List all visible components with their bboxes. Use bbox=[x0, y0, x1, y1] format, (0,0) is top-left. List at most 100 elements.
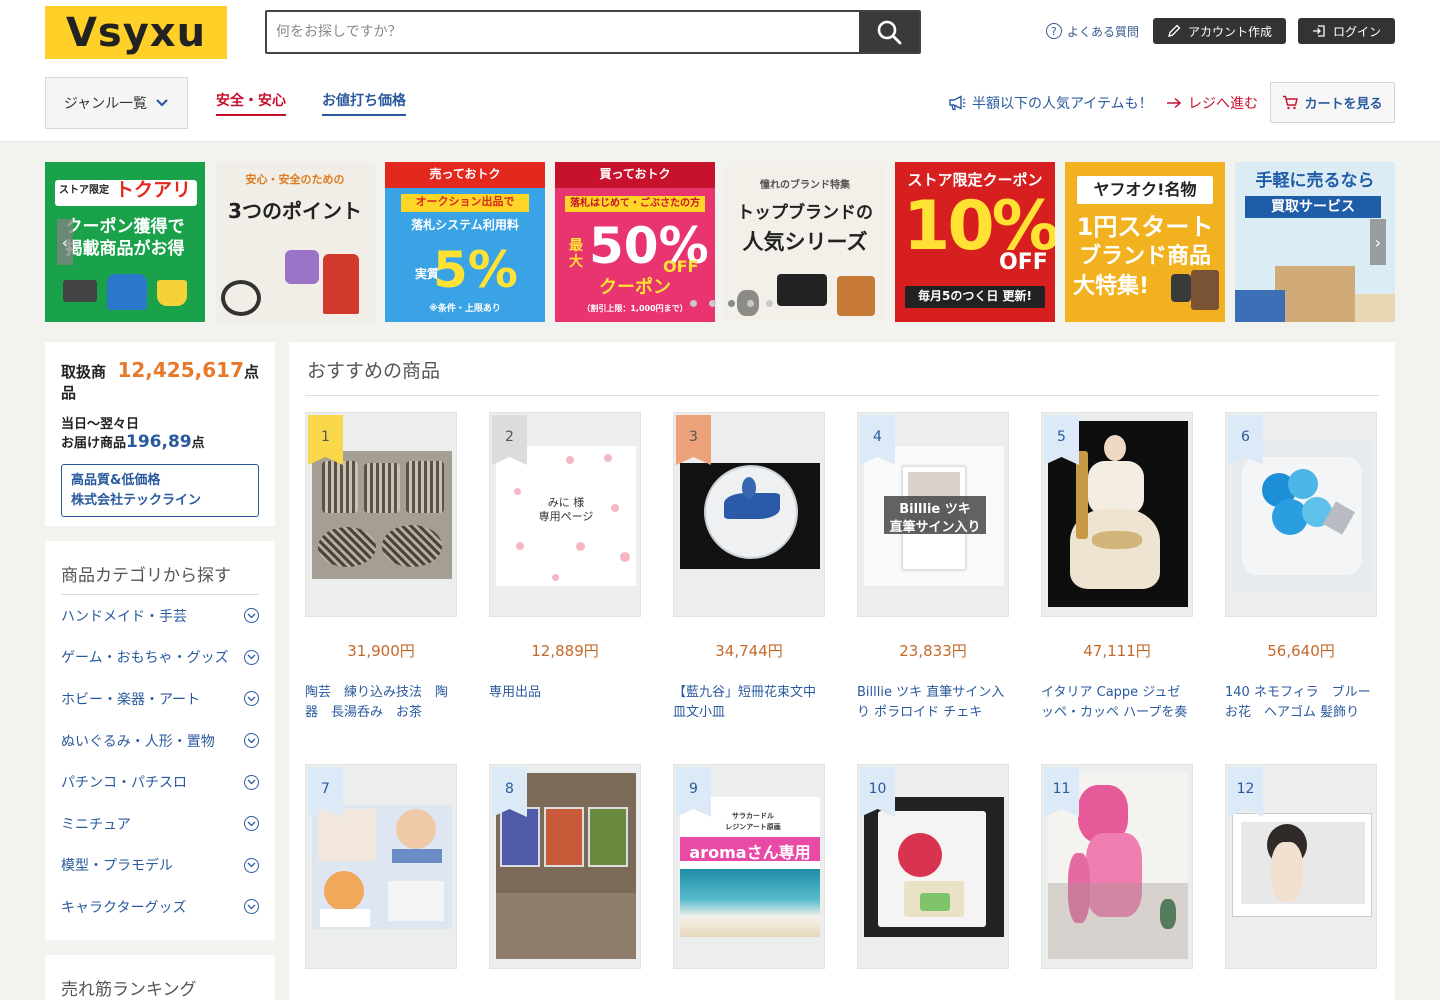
delivery-count: 196,89 bbox=[126, 432, 192, 452]
product-title[interactable]: 陶芸 練り込み技法 陶器 長湯呑み お茶 bbox=[305, 683, 457, 723]
product-photo bbox=[680, 463, 820, 569]
category-item[interactable]: ぬいぐるみ・人形・置物 bbox=[61, 720, 259, 762]
company-name: 株式会社テックライン bbox=[71, 492, 202, 508]
product-title[interactable]: イタリア Cappe ジュゼッペ・カッペ ハープを奏でる bbox=[1041, 683, 1193, 723]
expand-chevron-icon[interactable] bbox=[244, 649, 259, 665]
recommended-section: おすすめの商品 1 31,900円 陶芸 練り込み技法 陶器 長湯呑み お茶 み… bbox=[289, 342, 1395, 1000]
expand-chevron-icon[interactable] bbox=[244, 899, 259, 915]
product-image[interactable]: Billlie ツキ 直筆サイン入り 4 bbox=[857, 412, 1009, 617]
product-price: 56,640円 bbox=[1267, 642, 1335, 660]
product-title[interactable]: 専用出品 bbox=[489, 683, 641, 723]
search-bar bbox=[265, 10, 921, 54]
product-image[interactable]: サラカードル レジンアート原画 aromaさん専用 9 bbox=[673, 764, 825, 969]
banner-text: OFF bbox=[663, 257, 699, 276]
chevron-down-icon bbox=[156, 99, 168, 107]
carousel-dot[interactable] bbox=[766, 300, 773, 307]
product-image[interactable]: 1 bbox=[305, 412, 457, 617]
product-image[interactable]: 7 bbox=[305, 764, 457, 969]
product-price: 31,900円 bbox=[347, 642, 415, 660]
banner-text: OFF bbox=[999, 250, 1048, 275]
faq-link[interactable]: ? よくある質問 bbox=[1045, 23, 1139, 40]
product-image[interactable]: 3 bbox=[673, 412, 825, 617]
product-title[interactable]: Billlie ツキ 直筆サイン入り ポラロイド チェキ bbox=[857, 683, 1009, 723]
header-links: ? よくある質問 アカウント作成 ログイン bbox=[1045, 18, 1395, 44]
product-price: 47,111円 bbox=[1083, 642, 1151, 660]
chevron-right-icon: › bbox=[1374, 232, 1382, 252]
category-label: キャラクターグッズ bbox=[61, 899, 187, 916]
expand-chevron-icon[interactable] bbox=[244, 691, 259, 707]
carousel-dot[interactable] bbox=[709, 300, 716, 307]
product-image[interactable]: 12 bbox=[1225, 764, 1377, 969]
banner-text: トクアリ bbox=[115, 179, 192, 201]
product-photo: サラカードル レジンアート原画 aromaさん専用 bbox=[680, 797, 820, 937]
login-label: ログイン bbox=[1332, 24, 1381, 39]
product-image[interactable]: 8 bbox=[489, 764, 641, 969]
product-title[interactable]: 【藍九谷」短冊花束文中皿文小皿 bbox=[673, 683, 825, 723]
search-button[interactable] bbox=[859, 12, 919, 52]
category-label: 模型・プラモデル bbox=[61, 858, 173, 875]
delivery-label-2: お届け商品 bbox=[61, 436, 127, 451]
login-button[interactable]: ログイン bbox=[1297, 18, 1395, 44]
category-item[interactable]: 模型・プラモデル bbox=[61, 845, 259, 887]
category-item[interactable]: ハンドメイド・手芸 bbox=[61, 595, 259, 637]
create-account-label: アカウント作成 bbox=[1187, 24, 1272, 39]
ranking-panel: 売れ筋ランキング bbox=[45, 955, 275, 1000]
carousel-next-button[interactable]: › bbox=[1370, 219, 1386, 265]
bargain-nav-link[interactable]: お値打ち価格 bbox=[322, 90, 406, 116]
banner-safety-points[interactable]: 安心・安全のための 3つのポイント bbox=[215, 162, 375, 322]
banner-store-coupon[interactable]: ストア限定クーポン 10% OFF 毎月5のつく日 更新! bbox=[895, 162, 1055, 322]
expand-chevron-icon[interactable] bbox=[244, 733, 259, 749]
banner-text: 大特集! bbox=[1073, 274, 1150, 299]
genre-menu-button[interactable]: ジャンル一覧 bbox=[45, 77, 188, 129]
banner-text: 人気シリーズ bbox=[742, 230, 868, 254]
product-image[interactable]: 6 bbox=[1225, 412, 1377, 617]
items-label: 取扱商品 bbox=[61, 363, 107, 402]
carousel-dot[interactable] bbox=[747, 300, 754, 307]
expand-chevron-icon[interactable] bbox=[244, 774, 259, 790]
delivery-stat: お届け商品 196,89 点 bbox=[61, 432, 259, 452]
expand-chevron-icon[interactable] bbox=[244, 608, 259, 624]
banner-buy[interactable]: 買っておトク 落札はじめて・ごぶさたの方 最大 50% OFF クーポン （割引… bbox=[555, 162, 715, 322]
expand-chevron-icon[interactable] bbox=[244, 857, 259, 873]
product-photo bbox=[312, 451, 452, 579]
company-link[interactable]: 高品質&低価格 株式会社テックライン bbox=[61, 464, 259, 517]
product-image[interactable]: 5 bbox=[1041, 412, 1193, 617]
site-logo[interactable]: Vsyxu bbox=[45, 6, 227, 59]
product-image[interactable]: 11 bbox=[1041, 764, 1193, 969]
product-image[interactable]: 10 bbox=[857, 764, 1009, 969]
rank-badge: 12 bbox=[1228, 767, 1263, 817]
carousel-dot[interactable] bbox=[690, 300, 697, 307]
category-label: ホビー・楽器・アート bbox=[61, 691, 201, 708]
category-item[interactable]: ゲーム・おもちゃ・グッズ bbox=[61, 637, 259, 679]
create-account-button[interactable]: アカウント作成 bbox=[1152, 18, 1286, 44]
product-image[interactable]: みに 様 専用ページ 2 bbox=[489, 412, 641, 617]
banner-text: 5% bbox=[433, 241, 518, 299]
category-item[interactable]: パチンコ・パチスロ bbox=[61, 761, 259, 803]
carousel-prev-button[interactable]: ‹ bbox=[57, 219, 73, 265]
banner-text: 買っておトク bbox=[599, 167, 671, 181]
cart-button[interactable]: カートを見る bbox=[1270, 82, 1395, 123]
category-item[interactable]: ミニチュア bbox=[61, 803, 259, 845]
promo-link[interactable]: 半額以下の人気アイテムも！ bbox=[948, 93, 1153, 113]
banner-top-brands[interactable]: 憧れのブランド特集 トップブランドの 人気シリーズ bbox=[725, 162, 885, 322]
safety-nav-link[interactable]: 安全・安心 bbox=[216, 90, 286, 116]
banner-one-yen[interactable]: ヤフオク!名物 1円スタート ブランド商品 大特集! bbox=[1065, 162, 1225, 322]
banner-carousel: ストア限定 トクアリ クーポン獲得で 掲載商品がお得 安心・安全のための 3つの… bbox=[45, 162, 1395, 322]
category-panel: 商品カテゴリから探す ハンドメイド・手芸 ゲーム・おもちゃ・グッズ ホビー・楽器・ア… bbox=[45, 541, 275, 940]
banner-sell[interactable]: 売っておトク オークション出品で 落札システム利用料 実質 5% ※条件・上限あ… bbox=[385, 162, 545, 322]
banner-text: 毎月5のつく日 更新! bbox=[917, 289, 1032, 303]
carousel-dot[interactable] bbox=[728, 300, 735, 307]
expand-chevron-icon[interactable] bbox=[244, 816, 259, 832]
recommended-heading: おすすめの商品 bbox=[305, 352, 1379, 396]
image-text: Billlie ツキ bbox=[899, 502, 971, 517]
search-input[interactable] bbox=[267, 12, 859, 52]
banner-text: 落札はじめて・ごぶさたの方 bbox=[570, 198, 700, 209]
product-price: 34,744円 bbox=[715, 642, 783, 660]
register-link[interactable]: レジへ進む bbox=[1166, 93, 1258, 113]
image-text: aromaさん専用 bbox=[689, 843, 811, 862]
product-title[interactable]: 140 ネモフィラ ブルー お花 ヘアゴム 髪飾り bbox=[1225, 683, 1377, 723]
category-item[interactable]: キャラクターグッズ bbox=[61, 886, 259, 928]
category-item[interactable]: ホビー・楽器・アート bbox=[61, 678, 259, 720]
question-icon: ? bbox=[1045, 23, 1062, 39]
megaphone-icon bbox=[949, 95, 966, 111]
